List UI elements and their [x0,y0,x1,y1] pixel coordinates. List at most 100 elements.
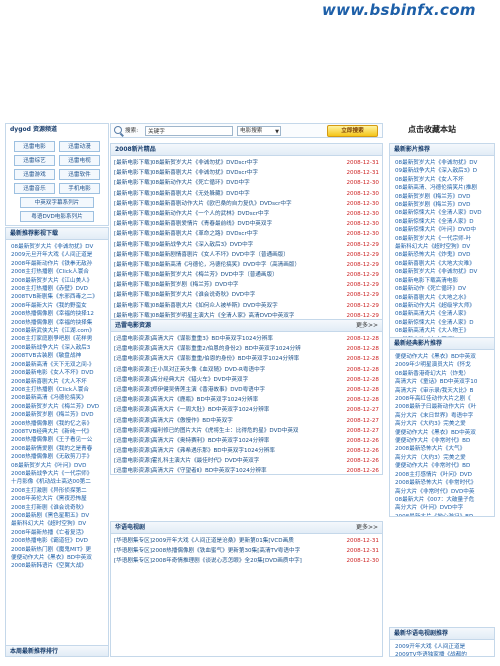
panel-link[interactable]: 2008最新大片《地心游记》BD [395,513,489,516]
recommend-link[interactable]: 2008主打热播剧《Click人寰合 [11,268,103,276]
recommend-link[interactable]: 2008最新高清《天下无双之间-》 [11,361,103,369]
movie-row[interactable]: [迅雷电影资源]高清大片《谋影重重2/伯恩的身份2》BD中英双字1024分辨 20… [111,344,382,354]
recommend-link[interactable]: 2008热播偶像剧《王子看见一公 [11,436,103,444]
recommend-link[interactable]: 2008年英伦大片《黑夜恐怖屋 [11,495,103,503]
recommend-link[interactable]: 2008主打激剧《异形侦探第二 [11,487,103,495]
movie-title-link[interactable]: [华语剧集专区]2008年奇情推理剧《谈说心恋怎眼》全20集[DVD画质中字] [114,556,302,566]
recommend-link[interactable]: 2008热播电影《霸道狂》DVD [11,537,103,545]
movie-title-link[interactable]: [迅雷电影资源]高清大片《谋影重重3》BD中英双字1024分辨率 [114,334,273,344]
movie-row[interactable]: [华语剧集专区]2009开年大戏《人间正道是沧桑》更新第01集[VCD画质 200… [111,536,382,546]
movie-row[interactable]: [最新电影下载]08最新喜剧动作大片《欧巴桑的自力复仇》DVDscr中字 2008… [111,199,382,209]
panel-link[interactable]: 2008最新子曰最新动作大片《叶 [395,403,489,411]
movie-title-link[interactable]: [迅雷电影资源]王小凤对正英头像《血双随》DVD-R粤语中字 [114,365,265,375]
panel-link[interactable]: 09最新战争大片《深入敌后3》D [395,167,489,175]
recommend-link[interactable]: 2008主打家庭剧爭吧剧《花样男 [11,335,103,343]
panel-link[interactable]: 2008主打感情片《叶问》DVD [395,471,489,479]
category-button[interactable]: 迅雷综艺 [14,155,55,166]
movie-row[interactable]: [迅雷电影资源]高清大片《鹿瓶》BD中英双字1024分辨率 2008-12-28 [111,395,382,405]
panel-link[interactable]: 高清大片《童话》BD中英双字10 [395,378,489,386]
movie-row[interactable]: [最新电影下载]08最新剧情喜剧片《女人不坏》DVD中字（普通画版） 2008-1… [111,250,382,260]
movie-title-link[interactable]: [迅雷电影资源]高清大片《鹿瓶》BD中英双字1024分辨率 [114,395,258,405]
movie-row[interactable]: [最新电影下载]08最新喜剧爱情片《青春最前线》DVD中英双字 2008-12-3… [111,219,382,229]
movie-row[interactable]: [华语剧集专区]2008热播偶像剧《铁血蜜气》更新第30集[高清TV粤语中字 20… [111,546,382,556]
movie-title-link[interactable]: [最新电影下载]08最新动作大片《一个人的武林》DVDscr中字 [114,209,269,219]
panel-link[interactable]: 2009TV华语独家播《战都的 [395,651,489,656]
panel-link[interactable]: 08最新动作《死亡循环》DV [395,285,489,293]
panel-link[interactable]: 08最新香港奇幻大片（炸鬼） [395,370,489,378]
panel-link[interactable]: 08最新贺岁大片《非诚勿扰》DV [395,159,489,167]
panel-link[interactable]: 08最新贺岁大片《一代宗师-叶 [395,235,489,243]
panel-link[interactable]: 便便动作大片《黑衣》BD中英双 [395,353,489,361]
category-button[interactable]: 迅雷电视 [59,155,100,166]
recommend-link[interactable]: 2008最新战争大片《深入敌后3 [11,344,103,352]
movie-row[interactable]: [最新电影下载]08最新喜剧大片《革命之路》DVDscr中字 2008-12-30 [111,229,382,239]
movie-title-link[interactable]: [迅雷电影资源]霍扎科主演大片《最佳时代》DVD中英双字 [114,456,259,466]
panel-link[interactable]: 08最新贺岁大片《女人不坏 [395,176,489,184]
movie-row[interactable]: [最新电影下载]08最新动作大片《死亡循环》DVD中字 2008-12-30 [111,178,382,188]
movie-title-link[interactable]: [迅雷电影资源]郑伊健吴倩莲主演《香港故事》DVD粤语中字 [114,385,265,395]
movie-title-link[interactable]: [迅雷电影资源]高清大片《弗希遇乐那》BD中英双字1024分辨率 [114,446,275,456]
recommend-link[interactable]: 2008最新热门剧《魔鬼MIT》更 [11,546,103,554]
movie-title-link[interactable]: [最新电影下载]08最新喜剧动作大片《欧巴桑的自力复仇》DVDscr中字 [114,199,292,209]
recommend-link[interactable]: 2008最新贺岁大片《梅兰芳》DVD [11,403,103,411]
panel-link[interactable]: 08最新高清、冯德伦搞笑片(推剧 [395,184,489,192]
panel-link[interactable]: 08最新高清大片《全清人家》 [395,310,489,318]
recommend-link[interactable]: 2008年最新热播《亡者复活》 [11,529,103,537]
movie-row[interactable]: [迅雷电影资源]王小凤对正英头像《血双随》DVD-R粤语中字 2008-12-28 [111,365,382,375]
recommend-link[interactable]: 2008主打新剧《谁会说奇秋》 [11,504,103,512]
category-button[interactable]: 迅雷音乐 [14,183,55,194]
recommend-link[interactable]: 2008TVB新剧集《东邪西毒之二》 [11,293,103,301]
movie-title-link[interactable]: [迅雷电影资源]福利修已的图片大片《虎将生士：比得危的星》DVD中英双 [114,426,299,436]
panel-link[interactable]: 08最新喜剧大片《大地之水》 [395,294,489,302]
recommend-link[interactable]: 2008热播偶像剧《幸福的抉择12 [11,310,103,318]
recommend-link[interactable]: 2008主打热播剧《赤壁》DVD [11,285,103,293]
recommend-link[interactable]: 2008最新高清《冯德伦搞笑》 [11,394,103,402]
movie-row[interactable]: [最新电影下载]08最新喜剧大片《非诚勿扰》DVDscr中字 2008-12-31 [111,168,382,178]
recommend-link[interactable]: 十月影像《机动战士高达00第二 [11,478,103,486]
panel-link[interactable]: 最新科幻大片《超时空狗》DV [395,243,489,251]
panel-link[interactable]: 高分大片《末日世界》粤语中字 [395,412,489,420]
panel-link[interactable]: 08最新高清大片《大人物王》 [395,327,489,335]
movie-row[interactable]: [迅雷电影资源]高清大片《傲慢作》BD中英双字 2008-12-27 [111,416,382,426]
movie-title-link[interactable]: [最新电影下载]08最新剧情喜剧片《女人不坏》DVD中字（普通画版） [114,250,289,260]
panel-link[interactable]: 08最新惊悚大片《全清人家》D [395,218,489,226]
panel-link[interactable]: 08最新恐怖大片《炸鬼》DVD [395,251,489,259]
movie-row[interactable]: [迅雷电影资源]高清大片《谋影重重3》BD中英双字1024分辨率 2008-12-… [111,334,382,344]
recommend-link[interactable]: 2008最新战争大片《一代宗师》 [11,470,103,478]
recommend-link[interactable]: 2008最新贺岁大片《江山美人》 [11,277,103,285]
panel-link[interactable]: 08最新贺岁剧《梅兰芳》DVD [395,201,489,209]
panel-link[interactable]: 08最新动作大片《超级学大师》 [395,302,489,310]
panel-link[interactable]: 2008年高红佳动作大片之剧《 [395,395,489,403]
category-button[interactable]: 手机电影 [59,183,100,194]
panel-link[interactable]: 08最新大片《007：大破量子危 [395,496,489,504]
movie-row[interactable]: [迅雷电影资源]霍扎科主演大片《最佳时代》DVD中英双字 2008-12-26 [111,456,382,466]
recommend-link[interactable]: 2008TVB古装剧《敏盘战神 [11,352,103,360]
panel-link[interactable]: 2009年少明星演员大片《怀戈 [395,361,489,369]
movie-row[interactable]: [最新电影下载]08最新喜剧大片《无处躲藏》DVD中字 2008-12-30 [111,189,382,199]
panel-link[interactable]: 高分大片《叶问》DVD中字 [395,504,489,512]
recommend-link[interactable]: 2009元旦开年大戏《人间正道是 [11,251,103,259]
movie-row[interactable]: [迅雷电影资源]高清大片《守望者Ⅱ》BD中英双字1024分辨率 2008-12-2… [111,466,382,474]
panel-link[interactable]: 08最新惊悚大片《全清人家》D [395,319,489,327]
movie-title-link[interactable]: [华语剧集专区]2008热播偶像剧《铁血蜜气》更新第30集[高清TV粤语中字 [114,546,300,556]
panel-link[interactable]: 高清大片《审示录/我天大比》B [395,387,489,395]
recommend-link[interactable]: 2008热播偶像剧《我的忆之亲》 [11,420,103,428]
recommend-link[interactable]: 最新科幻大片《超时空狗》DV [11,520,103,528]
movie-title-link[interactable]: [最新电影下载]08最新高清《冯德伦，冯德伦搞笑》DVD中字（高清画版） [114,260,300,270]
movie-title-link[interactable]: [最新电影下载]09最新战争大片《深入敌后3》DVD中字 [114,240,253,250]
panel-link[interactable]: 高分大片（大约3）完美之爱 [395,454,489,462]
movie-row[interactable]: [最新电影下载]08最新动作大片《一个人的武林》DVDscr中字 2008-12-… [111,209,382,219]
movie-title-link[interactable]: [华语剧集专区]2009开年大戏《人间正道是沧桑》更新第01集[VCD画质 [114,536,294,546]
bookmark-site-link[interactable]: 点击收藏本站 [392,122,472,137]
recommend-link[interactable]: 2008最新喜剧大片《大人不坏 [11,378,103,386]
category-button[interactable]: 迅雷动漫 [59,141,100,152]
recommend-link[interactable]: 2008最新电影《女人不坏》DVD [11,369,103,377]
movie-title-link[interactable]: [最新电影下载]08最新喜剧大片《革命之路》DVDscr中字 [114,229,258,239]
recommend-link[interactable]: 便便动作大片《黑衣》BD中英双 [11,554,103,562]
panel-link[interactable]: 2008最新恐怖大片《大气》 [395,445,489,453]
movie-title-link[interactable]: [最新电影下载]08最新喜剧大片《如何众人被毕斯》DVD中英双字 [114,301,278,311]
panel-link[interactable]: 便便动作大片《非常时代》BD [395,462,489,470]
movie-title-link[interactable]: [最新电影下载]08最新贺岁大片《非诚勿扰》DVDscr中字 [114,158,258,168]
movie-row[interactable]: [迅雷电影资源]高分经典大片《猎火车》DVD中英双字 2008-12-28 [111,375,382,385]
panel-link[interactable]: 高分大片《大约3》完美之爱 [395,420,489,428]
